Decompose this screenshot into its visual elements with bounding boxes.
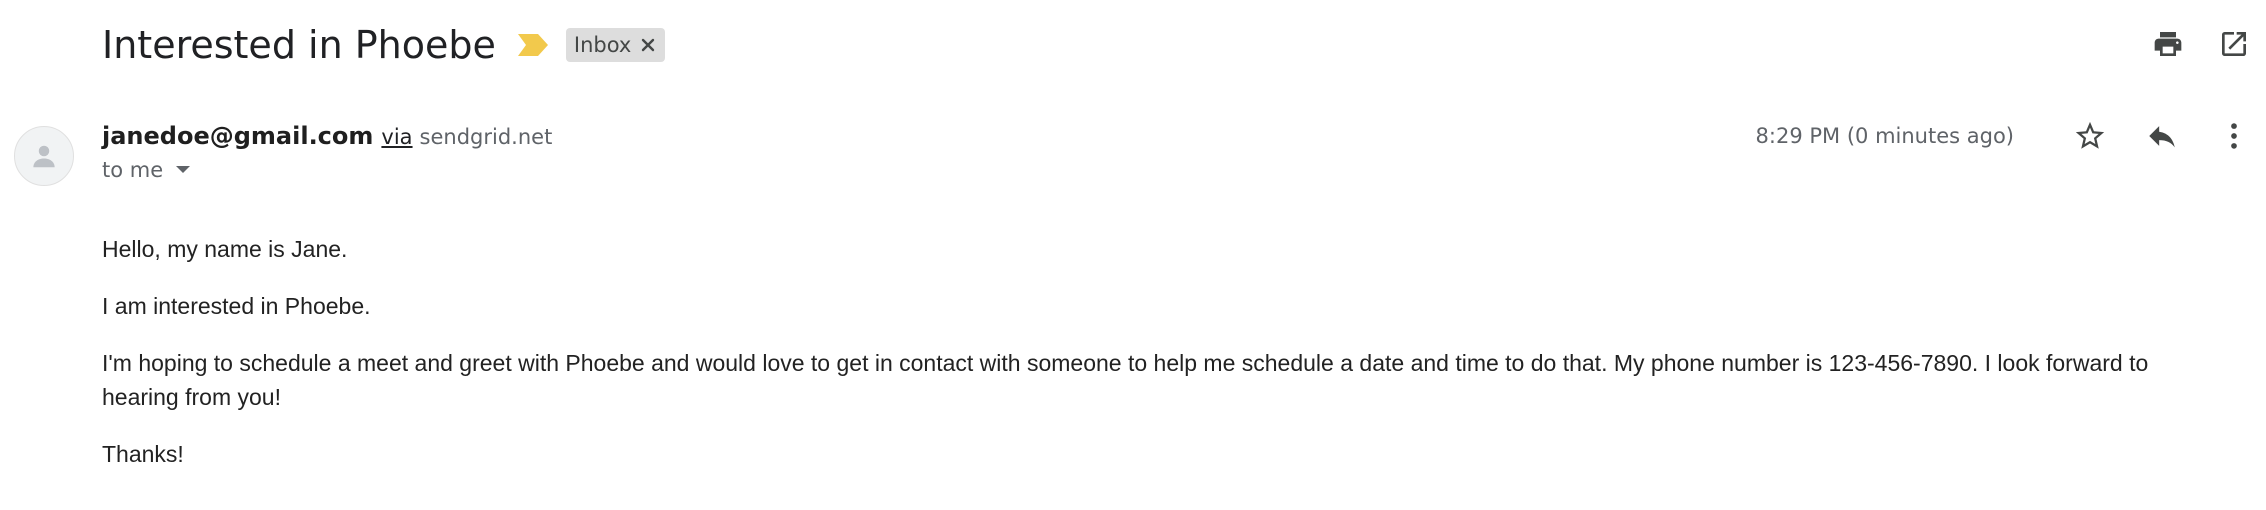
close-icon[interactable] [641, 38, 655, 52]
print-icon[interactable] [2146, 22, 2190, 66]
person-avatar-icon[interactable] [14, 126, 74, 186]
reply-icon[interactable] [2140, 114, 2184, 158]
body-paragraph: Hello, my name is Jane. [102, 236, 348, 262]
importance-marker-icon[interactable] [517, 34, 548, 56]
body-paragraph: I'm hoping to schedule a meet and greet … [102, 350, 2149, 410]
message-timestamp: 8:29 PM (0 minutes ago) [1755, 124, 2014, 148]
message-actions: 8:29 PM (0 minutes ago) [1756, 114, 2256, 158]
thread-actions [2146, 22, 2256, 66]
star-outline-icon[interactable] [2068, 114, 2112, 158]
subject-row: Interested in Phoebe Inbox [102, 18, 666, 72]
sender-email[interactable]: janedoe@gmail.com [102, 122, 373, 150]
recipient-details-toggle[interactable]: to me [102, 158, 191, 182]
more-vertical-icon[interactable] [2212, 114, 2256, 158]
body-paragraph: I am interested in Phoebe. [102, 293, 371, 319]
inbox-label-chip[interactable]: Inbox [565, 28, 666, 62]
open-in-new-window-icon[interactable] [2212, 22, 2256, 66]
via-domain: sendgrid.net [419, 125, 553, 149]
via-link[interactable]: via [381, 125, 412, 149]
sender-line: janedoe@gmail.com via sendgrid.net [102, 122, 552, 150]
recipient-label: to me [102, 158, 164, 182]
email-subject: Interested in Phoebe [102, 23, 496, 67]
body-paragraph: Thanks! [102, 441, 184, 467]
message-body: Hello, my name is Jane. I am interested … [102, 232, 2202, 494]
inbox-label-text: Inbox [573, 33, 632, 57]
caret-down-icon[interactable] [175, 165, 191, 175]
